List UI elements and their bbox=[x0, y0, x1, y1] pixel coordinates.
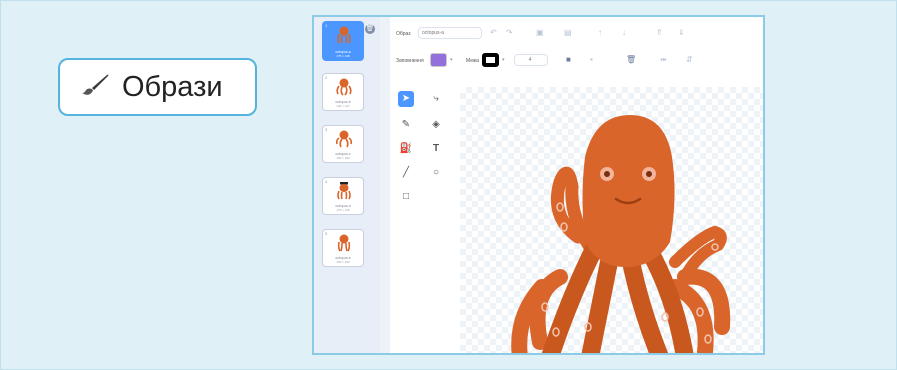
costume-editor-screenshot: 1 octopus-a 175 × 148 🗑 2 octopus-b 140 … bbox=[312, 15, 765, 355]
costume-item[interactable]: 3 octopus-c 150 × 150 bbox=[322, 125, 364, 163]
tool-palette: ➤ ⤷ ✎ ◈ ⛽ T ╱ ○ □ bbox=[390, 77, 460, 353]
brush-icon bbox=[80, 72, 110, 103]
costume-size: 175 × 148 bbox=[336, 54, 350, 58]
octopus-thumbnail-icon bbox=[336, 78, 352, 96]
illustration-frame: Образи 1 octopus-a 175 × 148 🗑 2 octopus… bbox=[0, 0, 897, 370]
back-icon[interactable]: ⇓ bbox=[678, 28, 685, 38]
paint-toolbar: Образ ↶ ↷ ▣ ▤ ↑ ↓ ⇑ ⇓ Заповнення ▾ Межа … bbox=[390, 17, 763, 77]
outline-width-input[interactable] bbox=[514, 54, 548, 66]
costume-number: 1 bbox=[325, 23, 328, 28]
costume-size: 150 × 150 bbox=[336, 260, 350, 264]
costume-item[interactable]: 2 octopus-b 140 × 147 bbox=[322, 73, 364, 111]
octopus-thumbnail-icon bbox=[336, 130, 352, 148]
undo-icon[interactable]: ↶ bbox=[490, 28, 497, 38]
backward-icon[interactable]: ↓ bbox=[622, 28, 626, 38]
paint-canvas[interactable] bbox=[460, 87, 763, 353]
costume-number: 3 bbox=[325, 127, 328, 132]
brush-tool-icon[interactable]: ✎ bbox=[398, 117, 414, 133]
paste-icon[interactable]: ▪ bbox=[590, 55, 593, 65]
costume-size: 150 × 150 bbox=[336, 156, 350, 160]
octopus-thumbnail-icon bbox=[337, 234, 351, 252]
costume-name-label: Образ bbox=[396, 31, 411, 37]
costume-number: 5 bbox=[325, 231, 328, 236]
costumes-tab-button[interactable]: Образи bbox=[58, 58, 257, 116]
flip-vertical-icon[interactable]: ⇵ bbox=[686, 55, 693, 65]
redo-icon[interactable]: ↷ bbox=[506, 28, 513, 38]
front-icon[interactable]: ⇑ bbox=[656, 28, 663, 38]
forward-icon[interactable]: ↑ bbox=[598, 28, 602, 38]
costume-item[interactable]: 4 octopus-d 175 × 148 bbox=[322, 177, 364, 215]
ungroup-icon[interactable]: ▤ bbox=[564, 28, 572, 38]
fill-tool-icon[interactable]: ⛽ bbox=[398, 141, 414, 157]
costume-item[interactable]: 1 octopus-a 175 × 148 🗑 bbox=[322, 21, 375, 61]
costume-size: 140 × 147 bbox=[336, 104, 350, 108]
outline-color-swatch[interactable] bbox=[482, 53, 499, 67]
line-tool-icon[interactable]: ╱ bbox=[398, 165, 414, 181]
octopus-thumbnail-icon bbox=[337, 26, 351, 44]
copy-icon[interactable]: ■ bbox=[566, 55, 571, 65]
costumes-tab-label: Образи bbox=[122, 70, 223, 103]
fill-label: Заповнення bbox=[396, 58, 424, 64]
octopus-thumbnail-icon bbox=[337, 182, 351, 200]
costume-item[interactable]: 5 octopus-e 150 × 150 bbox=[322, 229, 364, 267]
rectangle-tool-icon[interactable]: □ bbox=[398, 189, 414, 205]
costume-number: 2 bbox=[325, 75, 328, 80]
octopus-drawing bbox=[511, 115, 731, 353]
costume-number: 4 bbox=[325, 179, 328, 184]
costume-list: 1 octopus-a 175 × 148 🗑 2 octopus-b 140 … bbox=[314, 17, 381, 353]
circle-tool-icon[interactable]: ○ bbox=[428, 165, 444, 181]
reshape-tool-icon[interactable]: ⤷ bbox=[428, 91, 444, 107]
select-tool-icon[interactable]: ➤ bbox=[398, 91, 414, 107]
outline-dropdown-arrow-icon[interactable]: ▾ bbox=[502, 57, 505, 63]
group-icon[interactable]: ▣ bbox=[536, 28, 544, 38]
eraser-tool-icon[interactable]: ◈ bbox=[428, 117, 444, 133]
text-tool-icon[interactable]: T bbox=[428, 141, 444, 157]
costume-name-input[interactable] bbox=[418, 27, 482, 39]
fill-color-swatch[interactable] bbox=[430, 53, 447, 67]
trash-icon[interactable]: 🗑 bbox=[365, 24, 375, 34]
delete-icon[interactable]: 🗑 bbox=[626, 55, 636, 65]
flip-horizontal-icon[interactable]: ⇹ bbox=[660, 55, 667, 65]
fill-dropdown-arrow-icon[interactable]: ▾ bbox=[450, 57, 453, 63]
costume-list-scrollbar[interactable] bbox=[380, 17, 390, 353]
outline-label: Межа bbox=[466, 58, 480, 64]
costume-size: 175 × 148 bbox=[336, 208, 350, 212]
